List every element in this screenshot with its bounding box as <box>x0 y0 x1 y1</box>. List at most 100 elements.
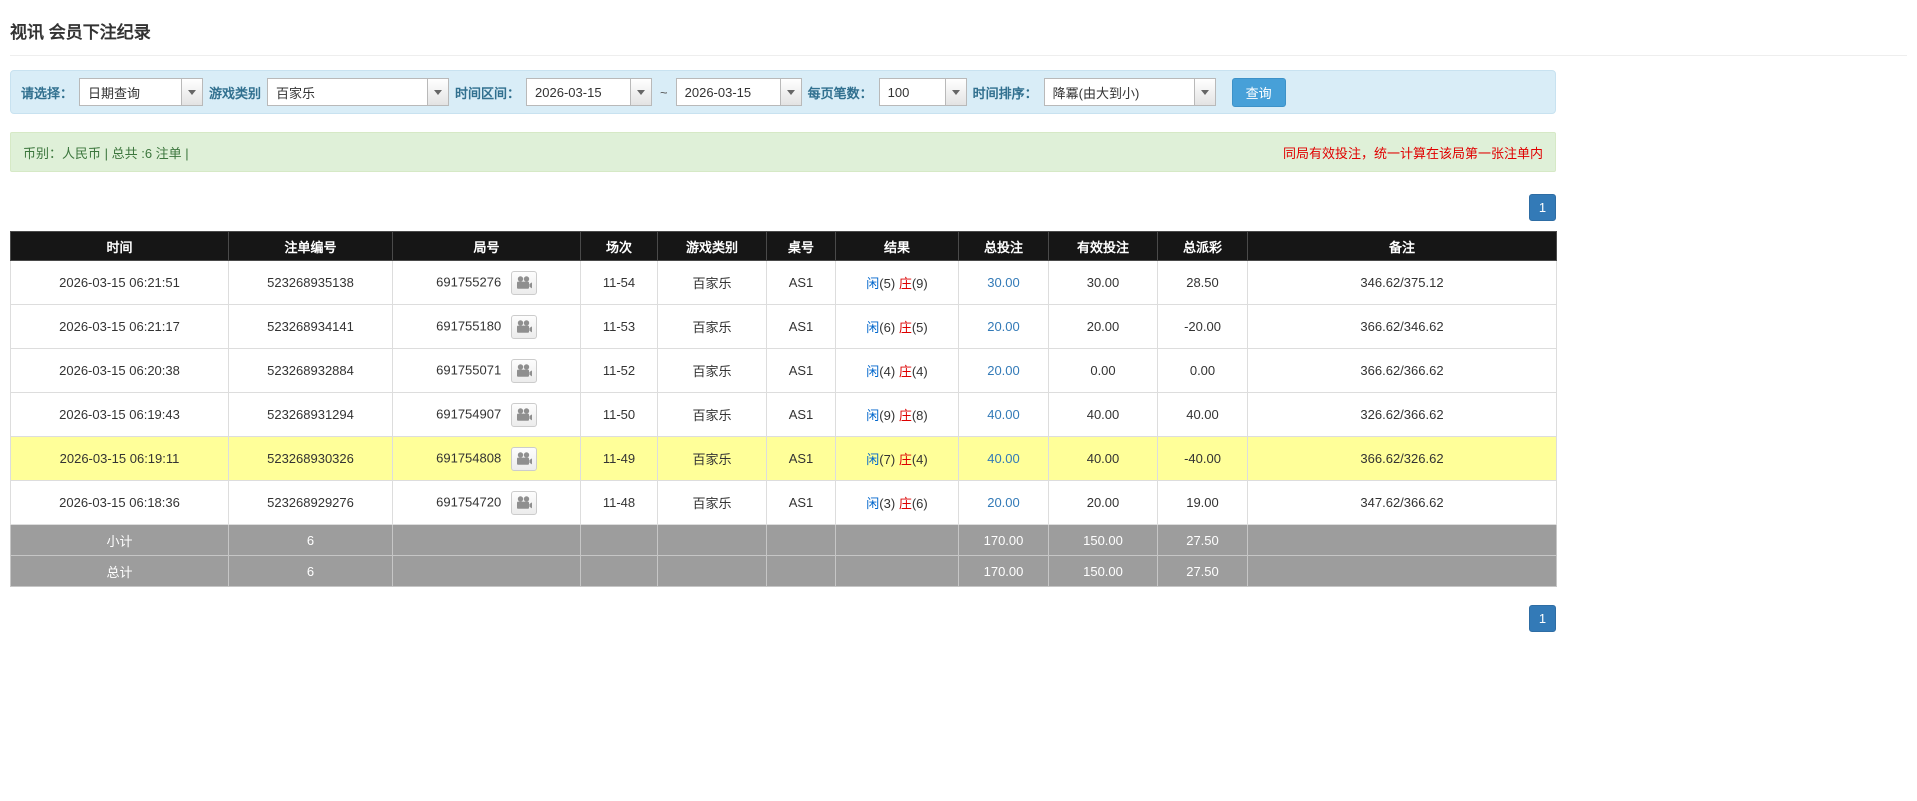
summary-valid-bet-cell: 150.00 <box>1048 524 1158 556</box>
total-bet-link[interactable]: 20.00 <box>987 319 1020 334</box>
page-1-button[interactable]: 1 <box>1529 605 1556 632</box>
total-bet-cell[interactable]: 20.00 <box>958 348 1049 393</box>
video-replay-button[interactable] <box>510 402 537 427</box>
query-type-dropdown-button[interactable] <box>181 78 204 106</box>
col-header-result: 结果 <box>835 231 959 261</box>
game-type-combobox <box>267 78 450 106</box>
video-replay-button[interactable] <box>510 490 537 515</box>
col-header-table-no: 桌号 <box>766 231 836 261</box>
result-banker-label: 庄 <box>898 320 912 335</box>
summary-label-cell: 小计 <box>10 524 229 556</box>
video-replay-button[interactable] <box>510 358 537 383</box>
total-bet-link[interactable]: 20.00 <box>987 363 1020 378</box>
search-button[interactable]: 查询 <box>1231 77 1286 107</box>
total-bet-cell[interactable]: 40.00 <box>958 436 1049 481</box>
page-size-dropdown-button[interactable] <box>944 78 967 106</box>
col-header-game-type: 游戏类别 <box>657 231 767 261</box>
result-player-label: 闲 <box>866 452 880 467</box>
filter-label-time-range: 时间区间： <box>455 85 521 101</box>
payout-cell: -40.00 <box>1157 436 1248 481</box>
col-header-session: 场次 <box>580 231 658 261</box>
sort-order-dropdown-button[interactable] <box>1193 78 1216 106</box>
result-player-label: 闲 <box>866 496 880 511</box>
remark-cell: 366.62/326.62 <box>1247 436 1557 481</box>
pagination-top: 1 <box>10 194 1556 221</box>
caret-down-icon <box>188 89 197 95</box>
filter-label-sort: 时间排序： <box>972 85 1038 101</box>
date-from-dropdown-button[interactable] <box>630 78 653 106</box>
bet-id-cell: 523268932884 <box>228 348 393 393</box>
result-banker-label: 庄 <box>898 364 912 379</box>
filter-bar: 请选择： 游戏类别 时间区间： ~ 每页笔数： <box>10 70 1556 114</box>
bet-id-cell: 523268931294 <box>228 392 393 437</box>
video-replay-button[interactable] <box>510 270 537 295</box>
date-to-dropdown-button[interactable] <box>779 78 802 106</box>
summary-valid-bet-cell: 150.00 <box>1048 555 1158 587</box>
bet-id-cell: 523268934141 <box>228 304 393 349</box>
page-size-input[interactable] <box>878 78 945 106</box>
total-bet-cell[interactable]: 40.00 <box>958 392 1049 437</box>
video-replay-button[interactable] <box>510 446 537 471</box>
result-cell: 闲(9) 庄(8) <box>835 392 959 437</box>
summary-empty-cell <box>392 524 581 556</box>
col-header-bet-id: 注单编号 <box>228 231 393 261</box>
summary-remark-cell <box>1247 555 1557 587</box>
summary-row: 总计 6 170.00 150.00 27.50 <box>10 555 1557 587</box>
round-cell: 691754720 <box>392 480 581 525</box>
caret-down-icon <box>637 89 646 95</box>
result-player-value: (6) <box>879 320 896 335</box>
content: 请选择： 游戏类别 时间区间： ~ 每页笔数： <box>10 70 1557 632</box>
summary-payout-cell: 27.50 <box>1157 555 1248 587</box>
valid-bet-cell: 20.00 <box>1048 304 1158 349</box>
result-banker-value: (5) <box>911 320 928 335</box>
table-row: 2026-03-15 06:21:51 523268935138 6917552… <box>10 260 1557 305</box>
page-1-button[interactable]: 1 <box>1529 194 1556 221</box>
total-bet-link[interactable]: 40.00 <box>987 407 1020 422</box>
result-cell: 闲(6) 庄(5) <box>835 304 959 349</box>
result-banker-label: 庄 <box>898 276 912 291</box>
summary-empty-cell <box>835 555 959 587</box>
date-from-input[interactable] <box>526 78 631 106</box>
currency-total-text: 币别：人民币 | 总共 :6 注单 | <box>23 145 189 161</box>
total-bet-link[interactable]: 30.00 <box>987 275 1020 290</box>
table-row: 2026-03-15 06:18:36 523268929276 6917547… <box>10 480 1557 525</box>
remark-cell: 347.62/366.62 <box>1247 480 1557 525</box>
game-type-input[interactable] <box>267 78 428 106</box>
caret-down-icon <box>1200 89 1209 95</box>
total-bet-link[interactable]: 20.00 <box>987 495 1020 510</box>
caret-down-icon <box>951 89 960 95</box>
total-bet-cell[interactable]: 20.00 <box>958 480 1049 525</box>
date-to-input[interactable] <box>675 78 780 106</box>
table-no-cell: AS1 <box>766 348 836 393</box>
game-type-cell: 百家乐 <box>657 436 767 481</box>
summary-empty-cell <box>580 555 658 587</box>
total-bet-link[interactable]: 40.00 <box>987 451 1020 466</box>
video-replay-button[interactable] <box>510 314 537 339</box>
total-bet-cell[interactable]: 30.00 <box>958 260 1049 305</box>
bet-id-cell: 523268930326 <box>228 436 393 481</box>
time-cell: 2026-03-15 06:19:43 <box>10 392 229 437</box>
col-header-round-id: 局号 <box>392 231 581 261</box>
caret-down-icon <box>434 89 443 95</box>
round-cell: 691754808 <box>392 436 581 481</box>
total-bet-cell[interactable]: 20.00 <box>958 304 1049 349</box>
table-no-cell: AS1 <box>766 260 836 305</box>
result-banker-value: (4) <box>911 364 928 379</box>
query-type-input[interactable] <box>79 78 182 106</box>
summary-total-bet-cell: 170.00 <box>958 524 1049 556</box>
filter-label-page-size: 每页笔数： <box>807 85 873 101</box>
result-banker-value: (8) <box>911 408 928 423</box>
sort-order-input[interactable] <box>1043 78 1194 106</box>
col-header-payout: 总派彩 <box>1157 231 1248 261</box>
time-cell: 2026-03-15 06:18:36 <box>10 480 229 525</box>
summary-payout-cell: 27.50 <box>1157 524 1248 556</box>
filter-label-select: 请选择： <box>21 85 74 101</box>
summary-empty-cell <box>657 555 767 587</box>
table-no-cell: AS1 <box>766 436 836 481</box>
caret-down-icon <box>786 89 795 95</box>
result-cell: 闲(5) 庄(9) <box>835 260 959 305</box>
summary-remark-cell <box>1247 524 1557 556</box>
result-player-value: (5) <box>879 276 896 291</box>
game-type-dropdown-button[interactable] <box>427 78 450 106</box>
payout-cell: 40.00 <box>1157 392 1248 437</box>
